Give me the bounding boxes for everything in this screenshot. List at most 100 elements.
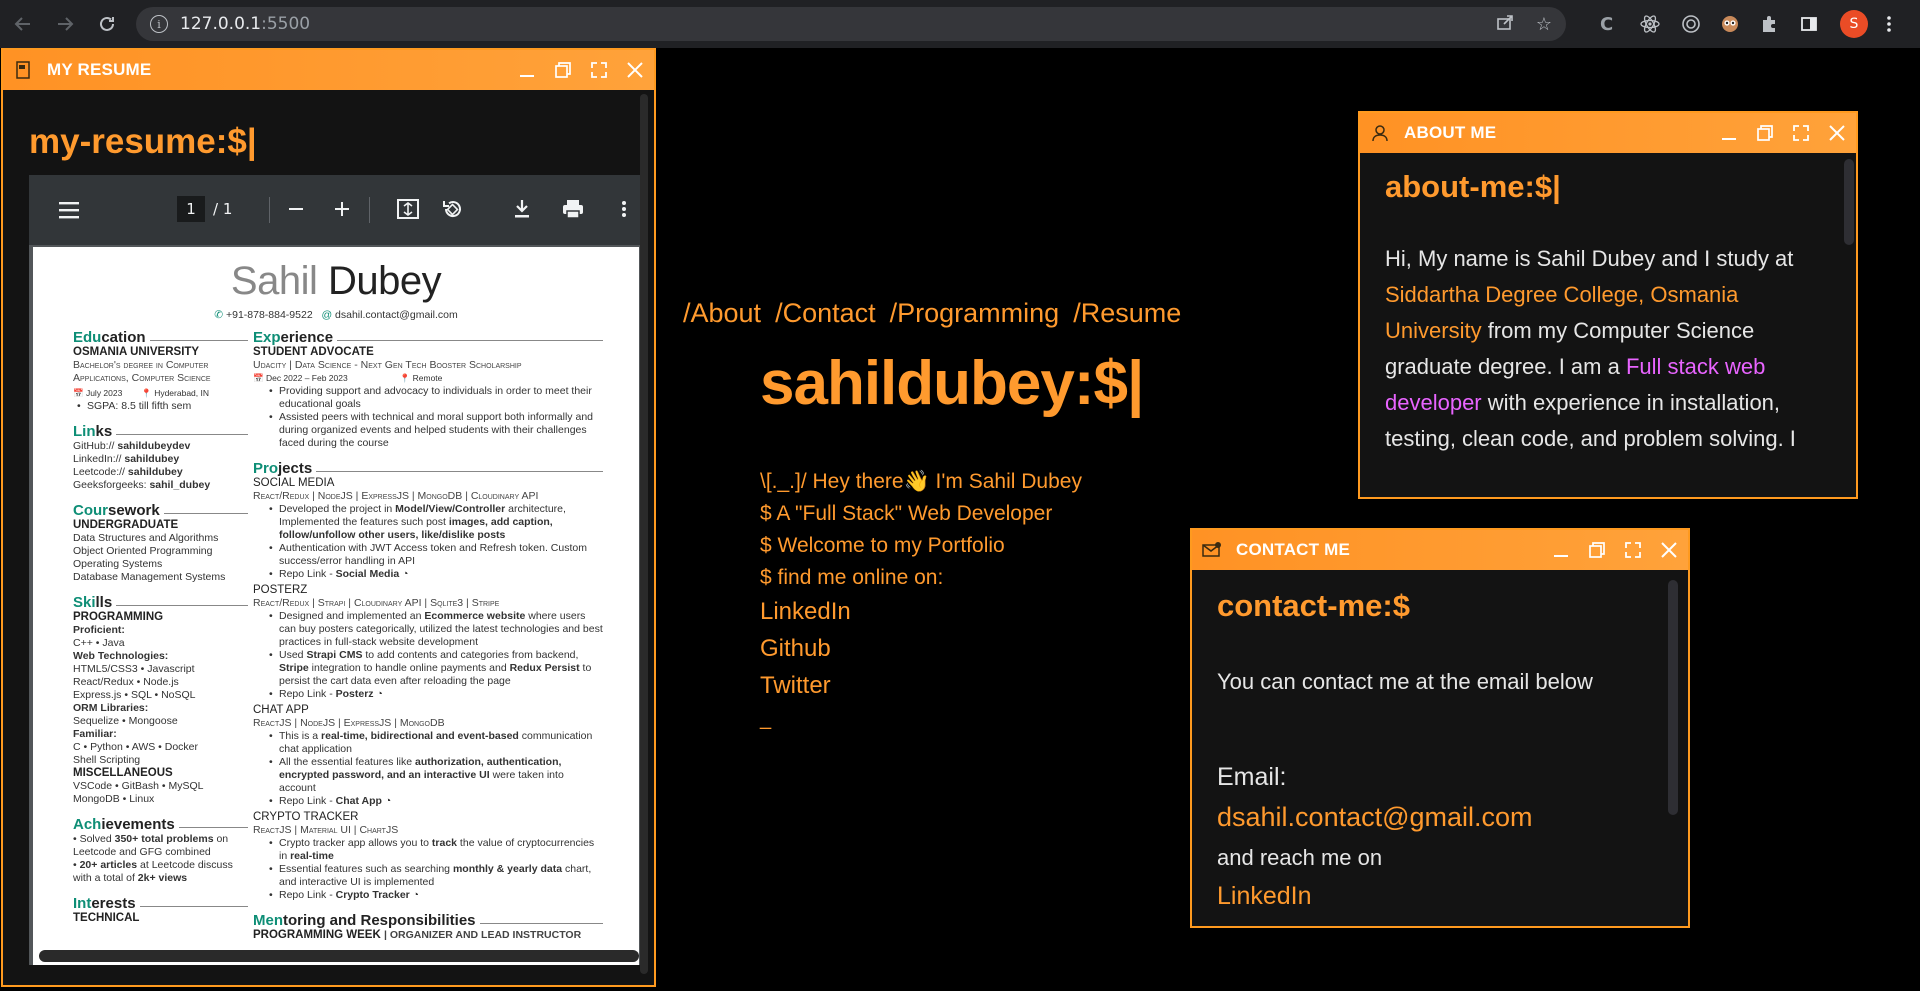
experience-role: STUDENT ADVOCATE <box>253 346 374 358</box>
contact-scrollbar[interactable] <box>1668 580 1678 815</box>
hero-welcome: $ Welcome to my Portfolio <box>760 534 1005 557</box>
project-repo-link[interactable]: Repo Link - Crypto Tracker ◔ <box>265 889 603 902</box>
resume-titlebar[interactable]: MY RESUME <box>3 50 654 90</box>
resume-vertical-scrollbar[interactable] <box>640 94 648 974</box>
pdf-viewer[interactable]: 1 / 1 Sahil Dubey ✆ +91-878-884-9522 @ d… <box>29 175 641 965</box>
skill-label: Web Technologies: <box>73 650 169 662</box>
project-name: POSTERZ <box>253 584 308 596</box>
skill-label: ORM Libraries: <box>73 702 149 714</box>
print-icon[interactable] <box>562 199 584 223</box>
resume-name: Sahil Dubey <box>230 259 442 303</box>
pdf-more-icon[interactable] <box>621 200 627 222</box>
contact-reach: and reach me on <box>1217 845 1383 870</box>
project-bullet: All the essential features like authoriz… <box>265 756 603 795</box>
contact-mail-icon <box>1202 540 1222 560</box>
pdf-page-input[interactable]: 1 <box>177 196 205 222</box>
project-repo-link[interactable]: Repo Link - Chat App ◔ <box>265 795 603 808</box>
project-name: CHAT APP <box>253 704 309 716</box>
twitter-link[interactable]: Twitter <box>760 667 851 704</box>
side-panel-icon[interactable] <box>1800 7 1818 41</box>
projects-heading: Pro jects <box>253 460 603 477</box>
project-repo-link[interactable]: Repo Link - Posterz ◔ <box>265 688 603 701</box>
course-item: Database Management Systems <box>73 571 226 583</box>
profile-avatar[interactable]: S <box>1840 7 1868 41</box>
contact-email-link[interactable]: dsahil.contact@gmail.com <box>1217 802 1533 833</box>
nav-programming[interactable]: /Programming <box>890 298 1060 329</box>
address-bar[interactable]: i 127.0.0.1:5500 ☆ <box>136 7 1566 41</box>
back-icon[interactable] <box>6 7 40 41</box>
react-devtools-icon[interactable] <box>1640 7 1660 41</box>
target-extension-icon[interactable] <box>1681 7 1701 41</box>
restore-icon[interactable] <box>552 59 574 81</box>
skill-line: MongoDB • Linux <box>73 793 155 805</box>
project-stack: React/Redux | Strapi | Cloudinary API | … <box>253 597 500 609</box>
rotate-icon[interactable] <box>441 198 463 224</box>
project-repo-link[interactable]: Repo Link - Social Media ◔ <box>265 568 603 581</box>
contact-linkedin-link[interactable]: LinkedIn <box>1217 882 1312 911</box>
pdf-page-total: / 1 <box>213 200 233 218</box>
education-meta: 📅 July 2023 📍 Hyderabad, IN <box>73 388 209 398</box>
mentoring-sub: PROGRAMMING WEEK | Organizer and Lead In… <box>253 929 582 941</box>
owl-extension-icon[interactable] <box>1720 7 1740 41</box>
nav-contact[interactable]: /Contact <box>775 298 876 329</box>
about-scrollbar[interactable] <box>1844 159 1854 245</box>
achievements-heading: Ach ievements <box>73 816 248 833</box>
contact-titlebar[interactable]: CONTACT ME <box>1192 530 1688 570</box>
reload-icon[interactable] <box>90 7 124 41</box>
close-icon[interactable] <box>1826 122 1848 144</box>
maximize-icon[interactable] <box>1622 539 1644 561</box>
about-titlebar[interactable]: ABOUT ME <box>1360 113 1856 153</box>
pdf-menu-icon[interactable] <box>59 201 79 223</box>
github-link[interactable]: Github <box>760 630 851 667</box>
bookmark-star-icon[interactable]: ☆ <box>1536 14 1552 35</box>
close-icon[interactable] <box>1658 539 1680 561</box>
course-item: Operating Systems <box>73 558 163 570</box>
experience-bullet: Assisted peers with technical and moral … <box>265 411 603 450</box>
minimize-icon[interactable] <box>1718 122 1740 144</box>
menu-kebab-icon[interactable] <box>1886 7 1892 41</box>
skill-line: C • Python • AWS • Docker <box>73 741 199 753</box>
close-icon[interactable] <box>624 59 646 81</box>
education-heading: Edu cation <box>73 329 248 346</box>
github-icon: ◔ <box>376 688 383 700</box>
maximize-icon[interactable] <box>1790 122 1812 144</box>
forward-icon[interactable] <box>48 7 82 41</box>
restore-icon[interactable] <box>1586 539 1608 561</box>
fit-page-icon[interactable] <box>397 199 419 223</box>
minimize-icon[interactable] <box>516 59 538 81</box>
link-gfg[interactable]: Geeksforgeeks: sahil_dubey <box>73 479 248 492</box>
skills-misc-sub: MISCELLANEOUS <box>73 767 173 779</box>
restore-icon[interactable] <box>1754 122 1776 144</box>
phone-icon: ✆ <box>214 309 224 321</box>
extension-c-icon[interactable]: C <box>1600 7 1613 41</box>
pdf-horizontal-scrollbar[interactable] <box>39 950 639 962</box>
project-name: CRYPTO TRACKER <box>253 811 359 823</box>
skill-line: Shell Scripting <box>73 754 141 766</box>
resume-window: MY RESUME my-resume:$| 1 / 1 Sahil Dubey… <box>1 48 656 987</box>
zoom-out-icon[interactable] <box>287 200 305 222</box>
experience-meta: 📅 Dec 2022 – Feb 2023 📍 Remote <box>253 373 443 383</box>
skill-label: Familiar: <box>73 728 117 740</box>
interests-heading: Int erests <box>73 895 248 912</box>
pdf-toolbar: 1 / 1 <box>29 175 641 245</box>
github-icon: ◔ <box>412 889 420 901</box>
link-linkedin[interactable]: LinkedIn:// sahildubey <box>73 453 248 466</box>
interests-sub: TECHNICAL <box>73 912 140 924</box>
maximize-icon[interactable] <box>588 59 610 81</box>
puzzle-extensions-icon[interactable] <box>1760 7 1778 41</box>
nav-about[interactable]: /About <box>683 298 761 329</box>
skills-heading: Ski lls <box>73 594 248 611</box>
project-name: SOCIAL MEDIA <box>253 477 335 489</box>
minimize-icon[interactable] <box>1550 539 1572 561</box>
share-icon[interactable] <box>1496 13 1514 36</box>
info-icon[interactable]: i <box>150 15 168 33</box>
zoom-in-icon[interactable] <box>333 200 351 222</box>
nav-resume[interactable]: /Resume <box>1073 298 1181 329</box>
user-icon <box>1370 123 1390 143</box>
link-leetcode[interactable]: Leetcode:// sahildubey <box>73 466 248 479</box>
project-bullet: Authentication with JWT Access token and… <box>265 542 603 568</box>
links-heading: Lin ks <box>73 423 248 440</box>
link-github[interactable]: GitHub:// sahildubeydev <box>73 440 248 453</box>
linkedin-link[interactable]: LinkedIn <box>760 593 851 630</box>
download-icon[interactable] <box>513 199 531 223</box>
